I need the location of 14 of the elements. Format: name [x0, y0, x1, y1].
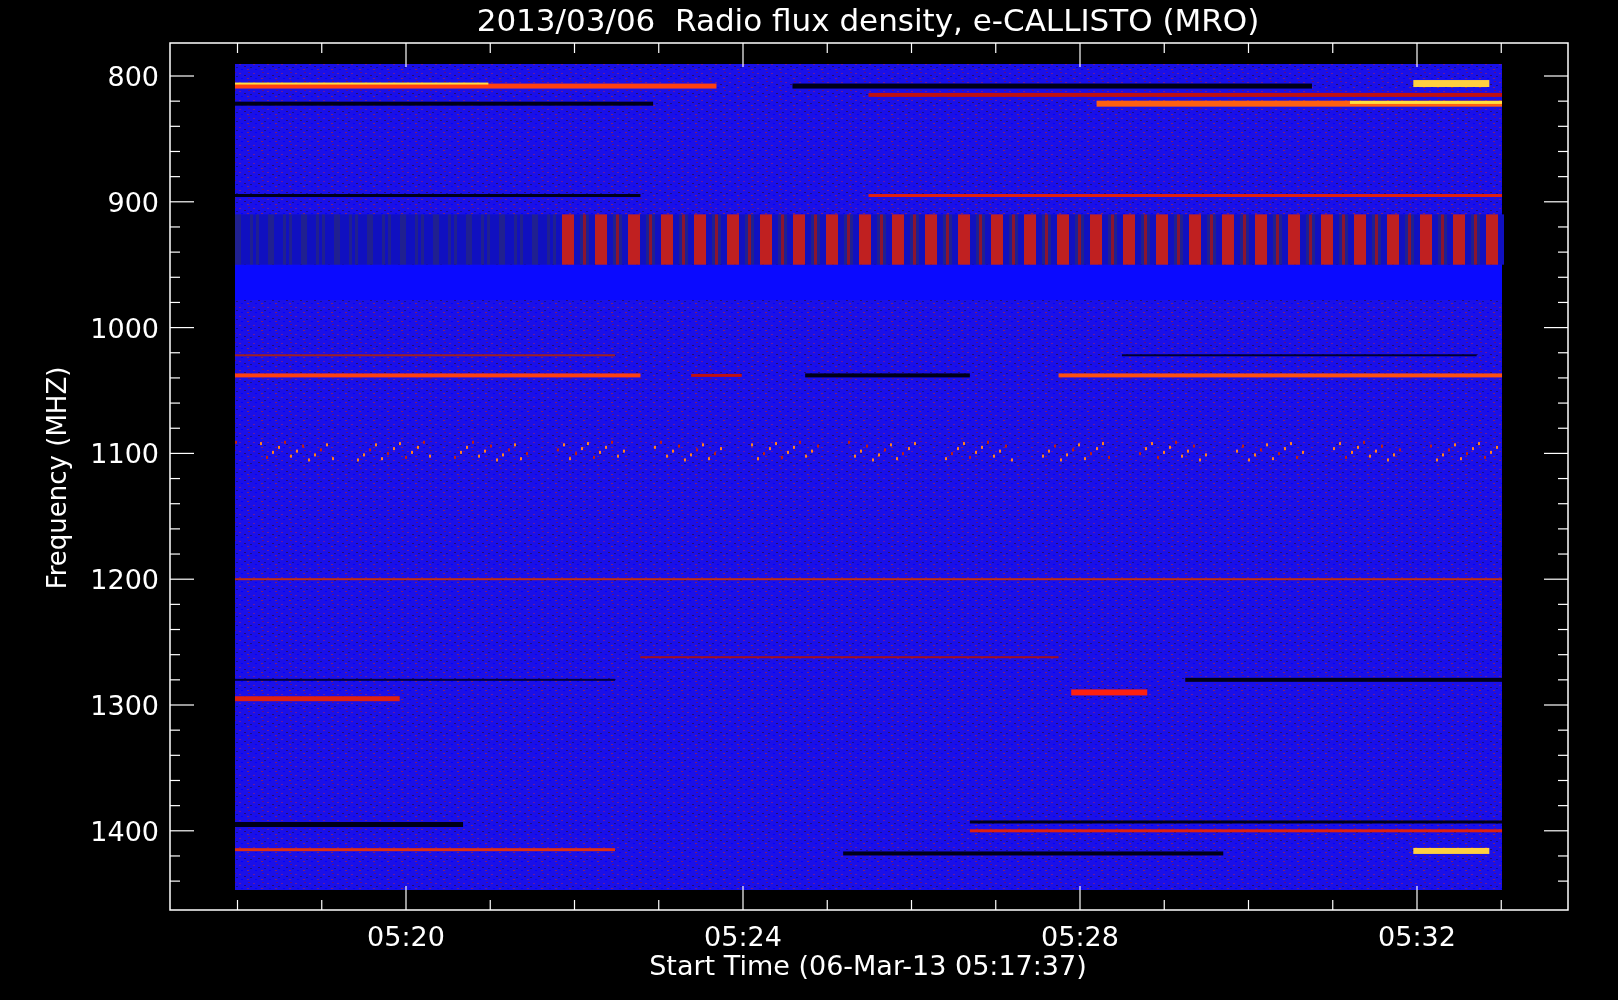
tick-label: 1300: [90, 690, 159, 721]
tick-label: 1400: [90, 815, 159, 847]
tick-label: 05:24: [704, 921, 782, 952]
tick-label: 05:32: [1378, 921, 1456, 952]
tick-label: 1100: [90, 438, 159, 470]
tick-label: 1200: [90, 564, 159, 596]
tick-label: 05:20: [367, 921, 445, 952]
chart-title: 2013/03/06 Radio flux density, e-CALLISTO (MRO): [476, 2, 1260, 38]
tick-label: 05:28: [1041, 921, 1119, 952]
tick-label: 800: [107, 61, 159, 92]
axis-title: Start Time (06-Mar-13 05:17:37): [649, 950, 1087, 981]
axis-title: Frequency (MHZ): [42, 366, 72, 590]
tick-label: 900: [107, 186, 159, 218]
tick-label: 1000: [90, 312, 159, 344]
